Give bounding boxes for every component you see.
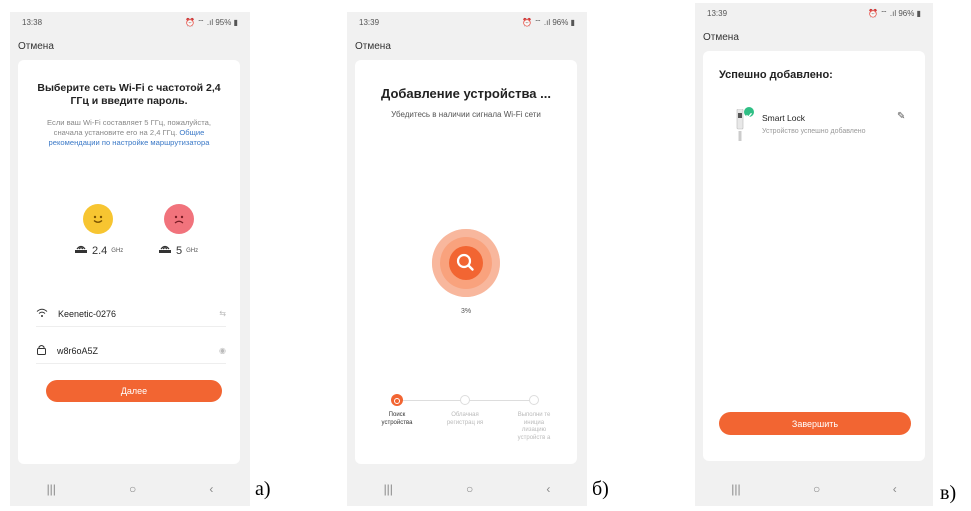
recent-apps-icon[interactable]: ||| [47,482,56,496]
edit-pencil-icon[interactable]: ✎ [897,111,905,122]
next-button[interactable]: Далее [46,380,222,402]
finish-button[interactable]: Завершить [719,412,911,435]
step-1-label: Поиск устройства [381,412,413,426]
caption-b: б) [592,478,609,500]
status-time: 13:39 [707,9,728,18]
success-card: Успешно добавлено: Smart Lock Устройство… [703,51,925,461]
back-icon[interactable]: ‹ [546,482,550,496]
adding-subtitle: Убедитесь в наличии сигнала Wi-Fi сети [391,110,541,119]
status-bar: 13:39 ⏰ ⌔ .ıl 96% ▮ [347,16,587,30]
router-icon [158,244,172,257]
wifi-description: Если ваш Wi-Fi составляет 5 ГГц, пожалуй… [47,118,211,147]
adding-card: Добавление устройства ... Убедитесь в на… [355,60,577,464]
recent-apps-icon[interactable]: ||| [731,482,740,496]
home-icon[interactable]: ○ [813,482,820,496]
device-name: Smart Lock [762,113,805,123]
status-time: 13:38 [22,18,43,27]
progress-percent: 3% [460,308,472,315]
recent-apps-icon[interactable]: ||| [384,482,393,496]
password-field[interactable]: w8r6oA5Z ◉ [36,338,226,364]
success-title: Успешно добавлено: [719,69,833,81]
home-icon[interactable]: ○ [466,482,473,496]
band-24ghz: 2.4 GHz [74,244,123,257]
switch-network-icon[interactable]: ⇆ [219,309,226,318]
wifi-title: Выберите сеть Wi-Fi с частотой 2,4 ГГц и… [37,82,221,107]
status-battery: ⏰ ⌔ .ıl 96% ▮ [867,9,921,18]
password-value: w8r6oA5Z [57,345,99,356]
caption-c: в) [940,482,957,504]
status-battery: ⏰ ⌔ .ıl 96% ▮ [521,18,575,27]
screenshot-stage: 13:38 ⏰ ⌔ .ıl 95% ▮ Отмена Выберите сеть… [0,0,971,511]
status-battery: ⏰ ⌔ .ıl 95% ▮ [184,18,238,27]
cancel-button[interactable]: Отмена [355,41,391,52]
step-3-dot [529,395,539,405]
phone-screen-adding-device: 13:39 ⏰ ⌔ .ıl 96% ▮ Отмена Добавление ус… [347,12,587,506]
wifi-icon [36,308,48,320]
wifi-card: Выберите сеть Wi-Fi с частотой 2,4 ГГц и… [18,60,240,464]
back-icon[interactable]: ‹ [893,482,897,496]
back-icon[interactable]: ‹ [209,482,213,496]
wifi-network-field[interactable]: Keenetic-0276 ⇆ [36,301,226,327]
phone-screen-wifi-setup: 13:38 ⏰ ⌔ .ıl 95% ▮ Отмена Выберите сеть… [10,12,250,506]
status-time: 13:39 [359,18,380,27]
system-nav-bar: ||| ○ ‹ [10,472,250,506]
system-nav-bar: ||| ○ ‹ [695,472,933,506]
step-2-label: Облачная регистрац ия [446,412,484,426]
device-status: Устройство успешно добавлено [762,128,866,135]
router-icon [74,244,88,257]
status-bar: 13:38 ⏰ ⌔ .ıl 95% ▮ [10,16,250,30]
lock-icon [36,344,47,357]
success-check-icon [744,107,754,118]
cancel-button[interactable]: Отмена [18,41,54,52]
step-1-dot [391,394,403,406]
adding-title: Добавление устройства ... [381,86,551,101]
happy-face-icon [83,204,113,234]
sad-face-icon [164,204,194,234]
phone-screen-success: 13:39 ⏰ ⌔ .ıl 96% ▮ Отмена Успешно добав… [695,3,933,506]
cancel-button[interactable]: Отмена [703,32,739,43]
step-2-dot [460,395,470,405]
status-bar: 13:39 ⏰ ⌔ .ıl 96% ▮ [695,7,933,21]
home-icon[interactable]: ○ [129,482,136,496]
system-nav-bar: ||| ○ ‹ [347,472,587,506]
search-progress-indicator [431,229,500,297]
eye-icon[interactable]: ◉ [219,346,226,355]
wifi-network-name: Keenetic-0276 [58,308,117,319]
caption-a: а) [255,478,271,500]
band-5ghz: 5 GHz [158,244,198,257]
step-3-label: Выполни те инициа лизацию устройств а [517,412,551,441]
